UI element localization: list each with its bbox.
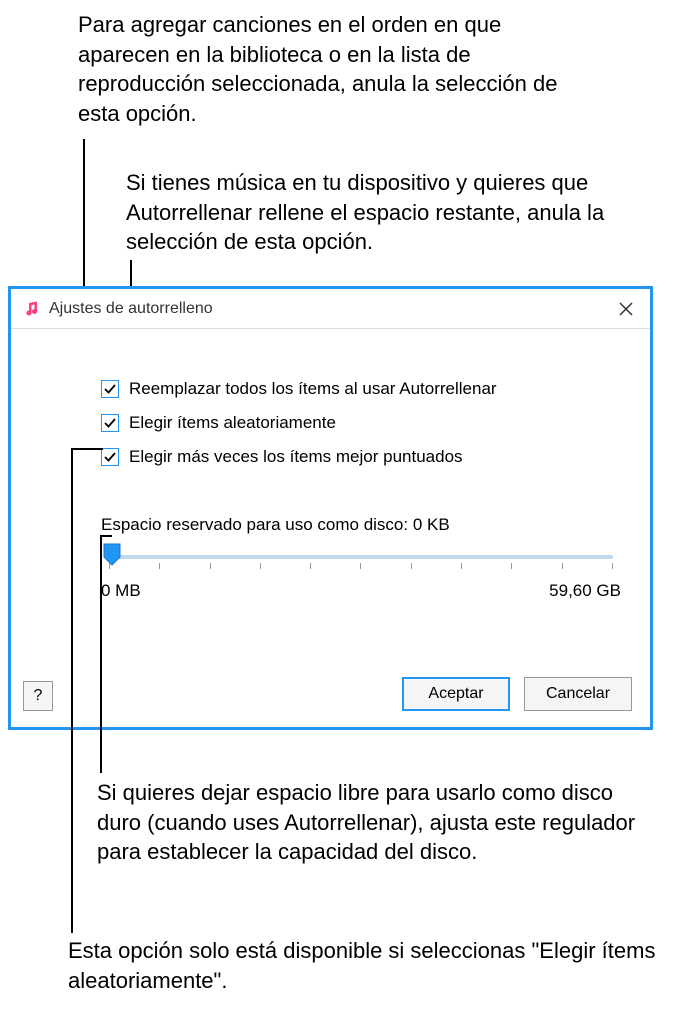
slider-max-label: 59,60 GB	[549, 581, 621, 601]
ok-button[interactable]: Aceptar	[402, 677, 510, 711]
checkmark-icon	[104, 417, 116, 429]
slider-track-line	[109, 555, 613, 559]
dialog-body: Reemplazar todos los ítems al usar Autor…	[11, 329, 650, 727]
checkbox-label-random: Elegir ítems aleatoriamente	[129, 413, 336, 433]
slider-min-label: 0 MB	[101, 581, 141, 601]
reserved-space-slider[interactable]	[101, 545, 621, 569]
close-button[interactable]	[614, 297, 638, 321]
callout-text-slider: Si quieres dejar espacio libre para usar…	[97, 778, 657, 867]
checkbox-row-random: Elegir ítems aleatoriamente	[101, 413, 620, 433]
checkbox-label-replace: Reemplazar todos los ítems al usar Autor…	[129, 379, 497, 399]
checkbox-higher-rated[interactable]	[101, 448, 119, 466]
reserved-space-section: Espacio reservado para uso como disco: 0…	[101, 515, 620, 601]
music-app-icon	[23, 300, 41, 318]
callout-text-order: Para agregar canciones en el orden en qu…	[78, 10, 598, 129]
checkbox-row-higher-rated: Elegir más veces los ítems mejor puntuad…	[101, 447, 620, 467]
checkbox-replace-all[interactable]	[101, 380, 119, 398]
checkbox-random[interactable]	[101, 414, 119, 432]
callout-line	[100, 535, 102, 773]
checkmark-icon	[104, 383, 116, 395]
close-icon	[618, 301, 634, 317]
slider-thumb-icon	[103, 543, 121, 567]
checkbox-label-higher-rated: Elegir más veces los ítems mejor puntuad…	[129, 447, 463, 467]
slider-label: Espacio reservado para uso como disco: 0…	[101, 515, 620, 535]
cancel-button[interactable]: Cancelar	[524, 677, 632, 711]
callout-line	[100, 535, 112, 537]
checkbox-row-replace: Reemplazar todos los ítems al usar Autor…	[101, 379, 620, 399]
dialog-button-row: Aceptar Cancelar	[402, 677, 632, 711]
slider-range-labels: 0 MB 59,60 GB	[101, 581, 621, 601]
callout-text-availability: Esta opción solo está disponible si sele…	[68, 936, 658, 995]
callout-line	[71, 448, 103, 450]
slider-ticks	[109, 563, 613, 569]
help-button[interactable]: ?	[23, 681, 53, 711]
checkmark-icon	[104, 451, 116, 463]
dialog-title-text: Ajustes de autorrelleno	[49, 300, 213, 318]
callout-line	[71, 448, 73, 933]
autofill-settings-dialog: Ajustes de autorrelleno Reemplazar todos…	[8, 286, 653, 730]
callout-text-fill-remaining: Si tienes música en tu dispositivo y qui…	[126, 168, 691, 257]
dialog-titlebar: Ajustes de autorrelleno	[11, 289, 650, 329]
slider-thumb[interactable]	[103, 543, 121, 567]
